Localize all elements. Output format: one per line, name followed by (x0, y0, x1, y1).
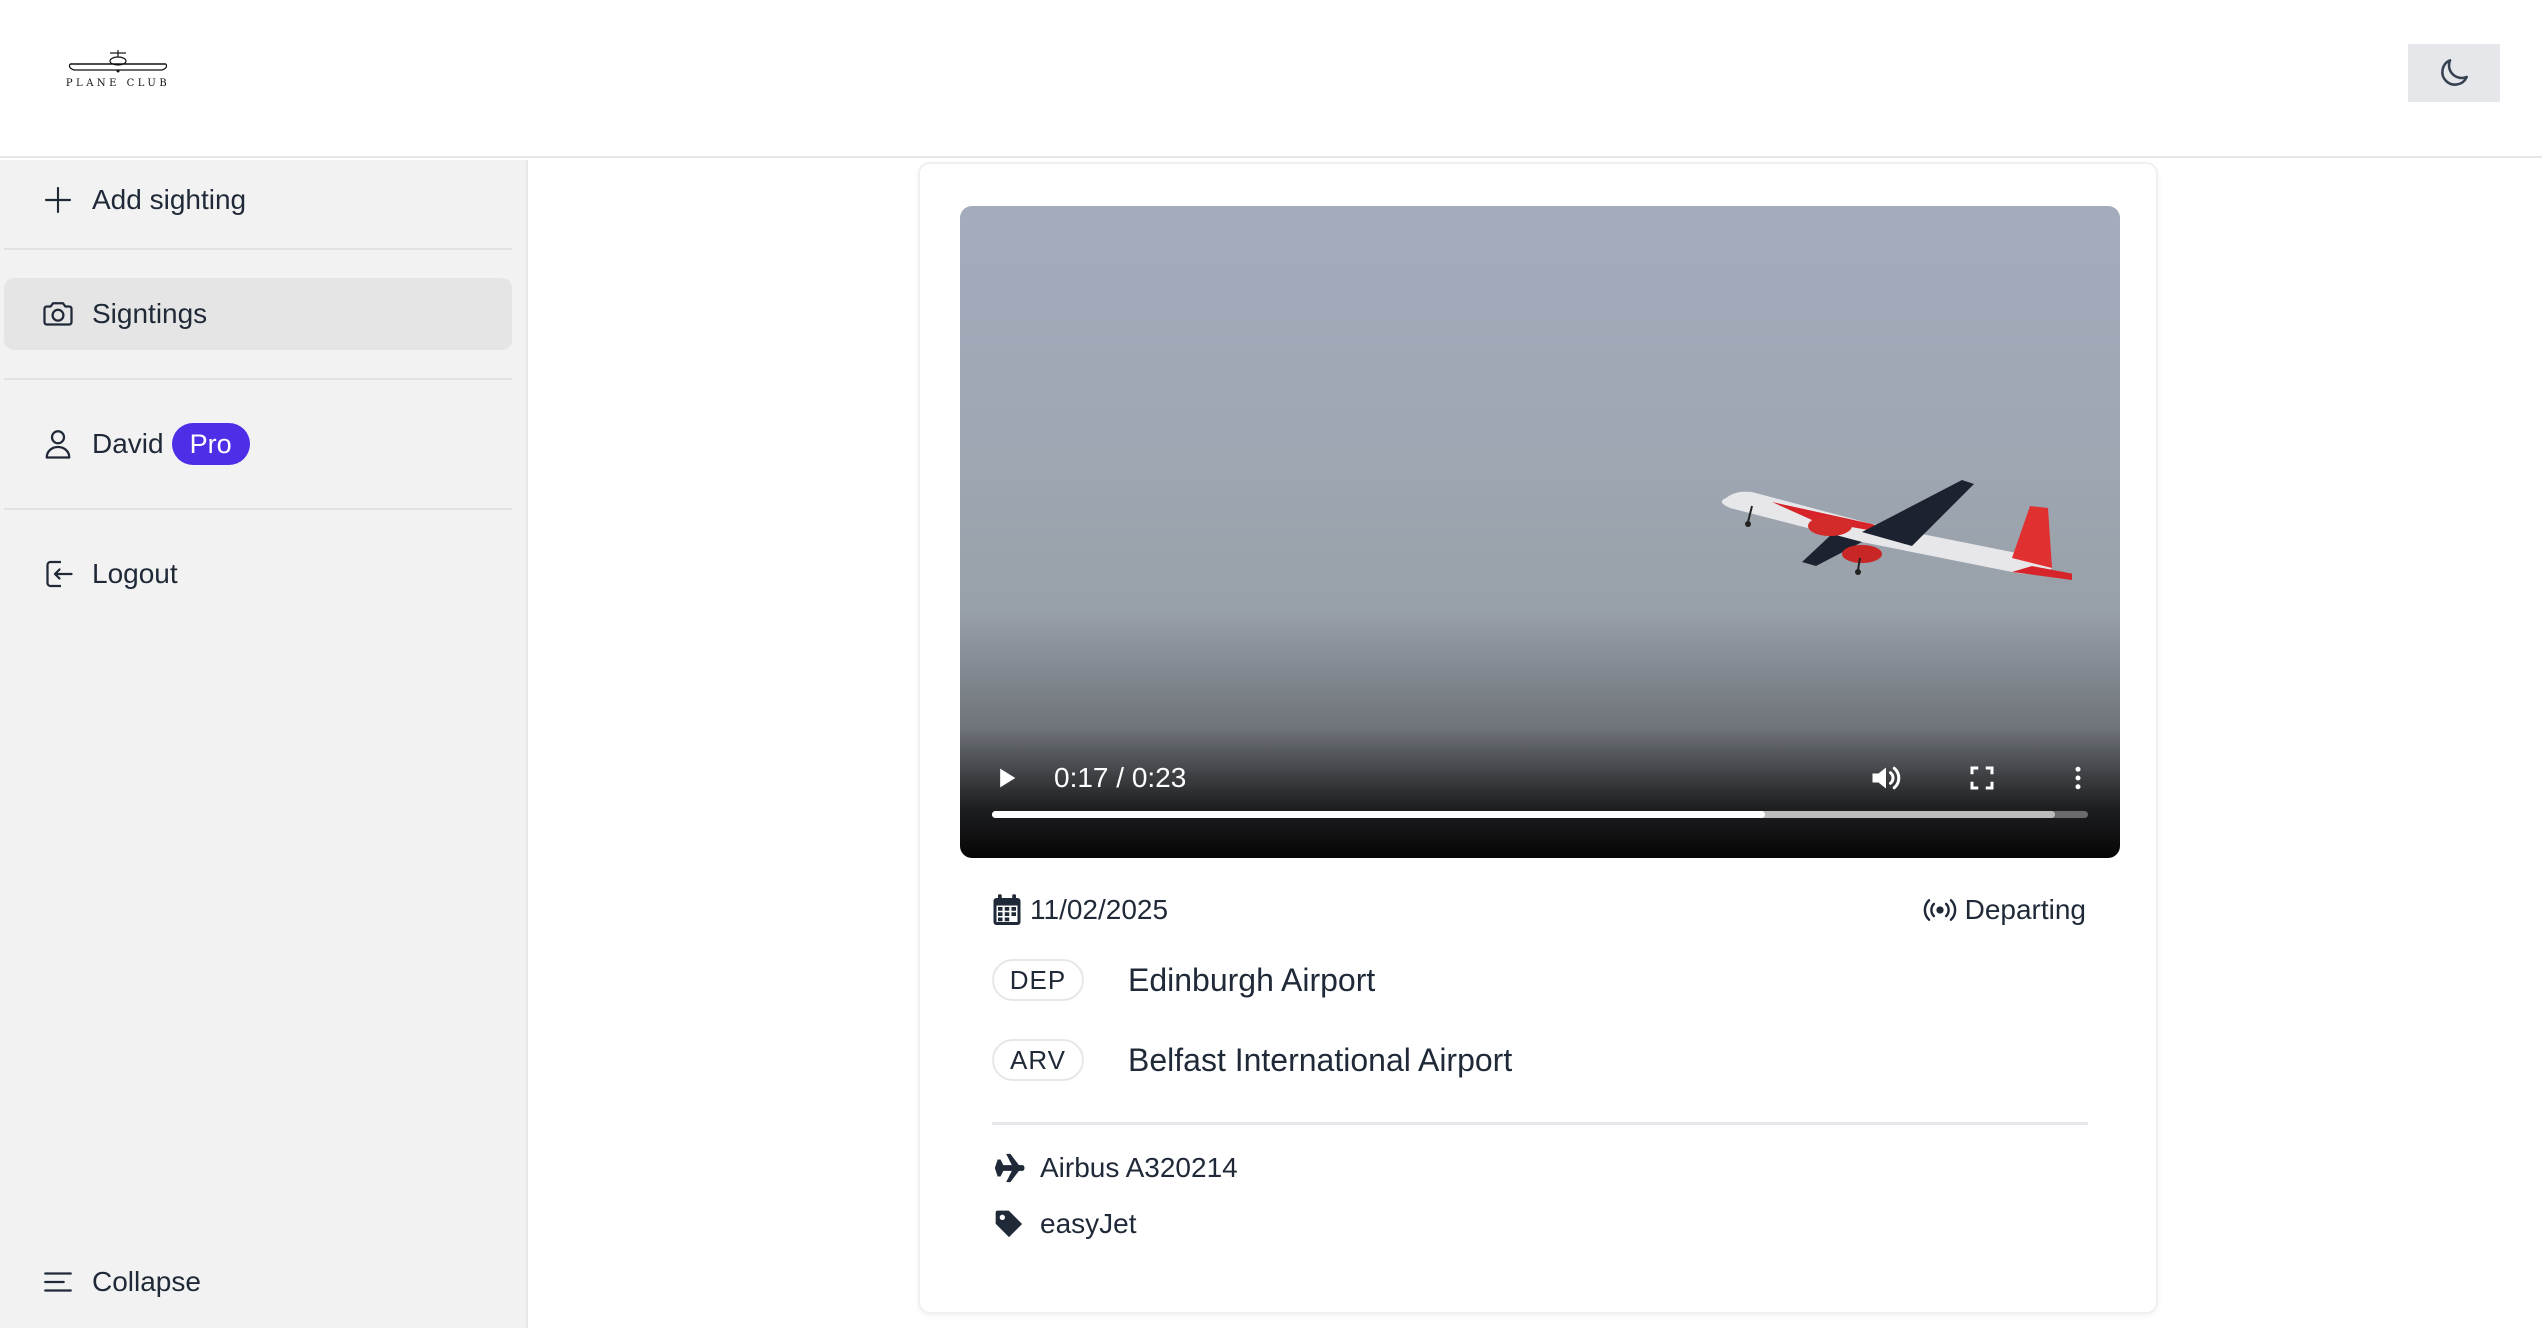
sidebar-item-label: David (92, 428, 164, 459)
sidebar: Add sighting Signtings David Pro Logout … (0, 160, 528, 1328)
card-divider (992, 1122, 2088, 1125)
more-options-button[interactable] (2054, 754, 2102, 802)
sidebar-divider (4, 248, 512, 250)
departure-tag: DEP (992, 959, 1084, 1001)
video-progress-fill (992, 811, 1765, 818)
collapse-label: Collapse (92, 1266, 201, 1297)
fullscreen-icon (1970, 766, 1994, 790)
user-icon (38, 424, 78, 464)
video-time-display: 0:17 / 0:23 (1054, 762, 1187, 793)
arrival-tag: ARV (992, 1039, 1084, 1081)
sidebar-item-label: Signtings (92, 298, 208, 329)
status-text: Departing (1964, 894, 2086, 925)
calendar-icon (993, 894, 1021, 925)
sighting-date: 11/02/2025 (992, 890, 1168, 930)
more-options-icon (2075, 766, 2081, 790)
plus-icon (38, 180, 78, 220)
sidebar-item-logout[interactable]: Logout (4, 538, 512, 610)
logout-icon (38, 554, 78, 594)
volume-button[interactable] (1862, 754, 1910, 802)
airline-name: easyJet (1040, 1208, 1137, 1239)
sidebar-item-label: Add sighting (92, 184, 247, 215)
play-button[interactable] (982, 754, 1030, 802)
sidebar-divider (4, 378, 512, 380)
video-controls: 0:17 / 0:23 (960, 706, 2120, 858)
sighting-card: 0:17 / 0:23 11/02/2025 Departing DEP Edi… (918, 162, 2158, 1314)
pro-badge: Pro (171, 423, 250, 465)
date-text: 11/02/2025 (1030, 894, 1169, 925)
sidebar-item-sightings[interactable]: Signtings (4, 278, 512, 350)
camera-icon (38, 294, 78, 334)
tag-icon (992, 1207, 1026, 1241)
logo-text: PLANE CLUB (65, 78, 171, 89)
arrival-row: ARV Belfast International Airport (992, 1038, 1512, 1082)
play-icon (1000, 768, 1016, 788)
volume-icon (1872, 766, 1901, 790)
fullscreen-button[interactable] (1958, 754, 2006, 802)
sidebar-item-label: Logout (92, 558, 178, 589)
sidebar-collapse-button[interactable]: Collapse (4, 1246, 512, 1318)
broadcast-icon (1923, 899, 1956, 921)
arrival-airport: Belfast International Airport (1128, 1041, 1513, 1078)
flight-status: Departing (1923, 890, 2086, 930)
departure-airport: Edinburgh Airport (1128, 961, 1376, 998)
moon-icon (2441, 59, 2468, 86)
aircraft-type: Airbus A320214 (1040, 1152, 1238, 1183)
aircraft-row: Airbus A320214 (992, 1148, 1238, 1188)
sidebar-divider (4, 508, 512, 510)
video-progress-bar[interactable] (992, 811, 2088, 818)
theme-toggle-button[interactable] (2408, 44, 2500, 102)
sidebar-item-profile[interactable]: David Pro (4, 408, 512, 480)
airline-row: easyJet (992, 1204, 1137, 1244)
sidebar-item-add-sighting[interactable]: Add sighting (4, 164, 512, 236)
top-header: PLANE CLUB (0, 0, 2542, 158)
departure-row: DEP Edinburgh Airport (992, 958, 1375, 1002)
menu-lines-icon (38, 1262, 78, 1302)
plane-logo-icon (68, 50, 168, 73)
sighting-video-player[interactable]: 0:17 / 0:23 (960, 206, 2120, 858)
plane-icon (992, 1151, 1026, 1185)
plane-club-logo[interactable]: PLANE CLUB (60, 44, 176, 96)
aircraft-image (1721, 480, 2072, 580)
